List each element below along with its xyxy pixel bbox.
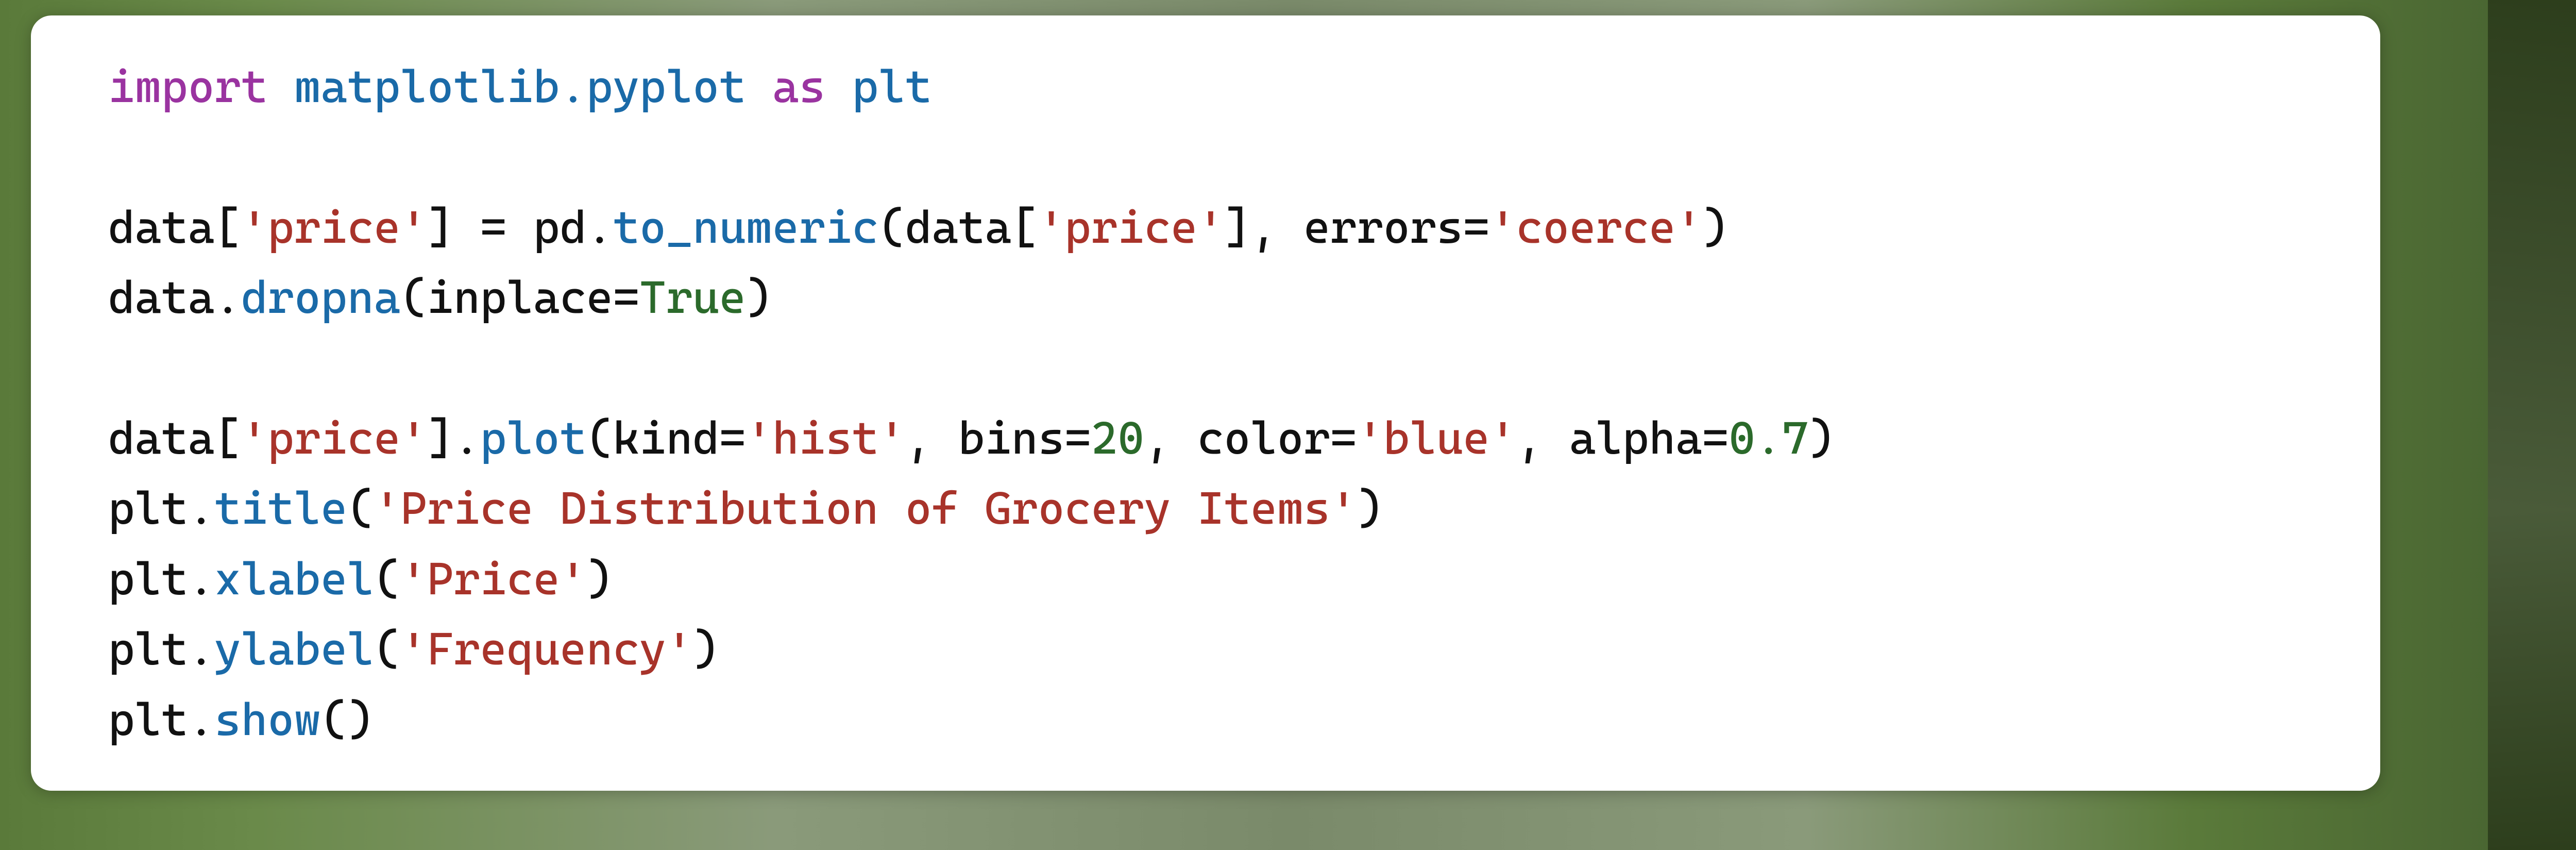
string-literal: 'hist' bbox=[746, 411, 905, 464]
identifier: plt bbox=[108, 622, 188, 675]
method-name: dropna bbox=[241, 271, 400, 324]
boolean-literal: True bbox=[639, 271, 745, 324]
string-literal: 'price' bbox=[1038, 201, 1224, 254]
string-literal: 'price' bbox=[241, 201, 427, 254]
identifier: plt bbox=[108, 693, 188, 746]
method-name: show bbox=[214, 693, 320, 746]
kwarg-name: bins bbox=[958, 411, 1064, 464]
keyword-as: as bbox=[772, 60, 825, 113]
number-literal: 20 bbox=[1091, 411, 1144, 464]
kwarg-name: color bbox=[1197, 411, 1330, 464]
identifier: data bbox=[108, 411, 214, 464]
identifier: plt bbox=[108, 552, 188, 605]
kwarg-name: inplace bbox=[427, 271, 613, 324]
identifier: data bbox=[108, 201, 214, 254]
method-name: title bbox=[214, 481, 347, 535]
function-name: to_numeric bbox=[613, 201, 879, 254]
kwarg-name: kind bbox=[613, 411, 719, 464]
string-literal: 'Frequency' bbox=[400, 622, 692, 675]
string-literal: 'price' bbox=[241, 411, 427, 464]
background-strip bbox=[2488, 0, 2576, 850]
code-block-card: import matplotlib.pyplot as plt data['pr… bbox=[31, 15, 2380, 791]
string-literal: 'coerce' bbox=[1489, 201, 1702, 254]
identifier: data bbox=[905, 201, 1011, 254]
number-literal: 0.7 bbox=[1728, 411, 1808, 464]
keyword-import: import bbox=[108, 60, 267, 113]
string-literal: 'Price' bbox=[400, 552, 586, 605]
method-name: xlabel bbox=[214, 552, 374, 605]
operator: = bbox=[453, 201, 533, 254]
identifier: pd bbox=[533, 201, 586, 254]
identifier: data bbox=[108, 271, 214, 324]
method-name: plot bbox=[480, 411, 586, 464]
module-name: matplotlib.pyplot bbox=[294, 60, 746, 113]
string-literal: 'Price Distribution of Grocery Items' bbox=[374, 481, 1357, 535]
code-content: import matplotlib.pyplot as plt data['pr… bbox=[108, 52, 2349, 755]
alias-name: plt bbox=[852, 60, 932, 113]
method-name: ylabel bbox=[214, 622, 374, 675]
string-literal: 'blue' bbox=[1357, 411, 1516, 464]
kwarg-name: alpha bbox=[1569, 411, 1702, 464]
kwarg-name: errors bbox=[1303, 201, 1463, 254]
identifier: plt bbox=[108, 481, 188, 535]
